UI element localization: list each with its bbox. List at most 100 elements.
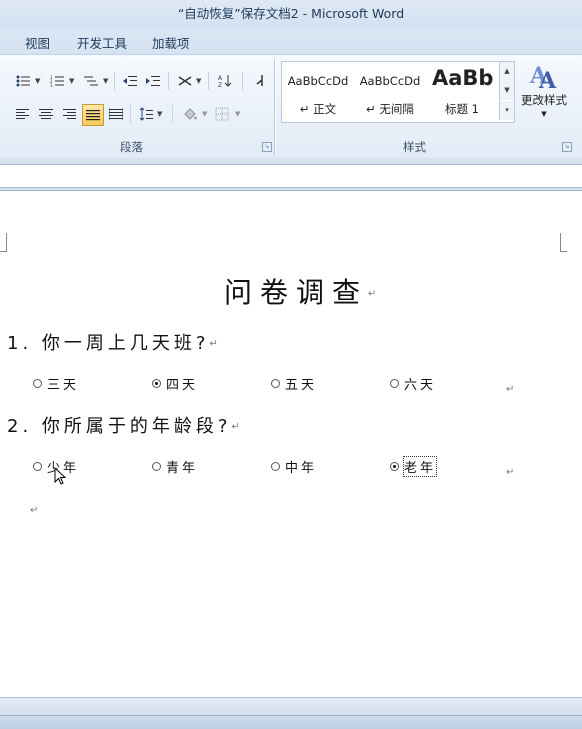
paragraph-mark-icon	[256, 75, 263, 86]
paragraph-dialog-launcher-icon[interactable]: ↘	[262, 142, 272, 152]
paragraph-mark: ↵	[209, 338, 218, 350]
tab-view[interactable]: 视图	[25, 33, 50, 52]
radio-button-icon[interactable]	[390, 379, 399, 388]
change-styles-dropdown-icon: ▼	[541, 110, 547, 118]
numbering-icon: 123	[50, 75, 64, 87]
align-center-icon	[39, 109, 53, 119]
question-text: 1. 你一周上几天班?	[7, 333, 210, 354]
chinese-layout-icon	[178, 76, 192, 86]
option-label: 老年	[402, 456, 438, 477]
radio-option[interactable]: 老年	[390, 456, 438, 477]
show-formatting-button[interactable]	[249, 71, 269, 91]
question-2: 2. 你所属于的年龄段?↵	[7, 412, 240, 438]
horizontal-ruler[interactable]	[0, 164, 582, 188]
tab-add-ins[interactable]: 加载项	[152, 33, 190, 52]
paragraph-mark: ↵	[231, 421, 240, 433]
chinese-layout-button[interactable]	[175, 71, 195, 91]
multilevel-dropdown-icon[interactable]: ▼	[103, 77, 108, 85]
radio-button-icon[interactable]	[152, 462, 161, 471]
radio-button-icon[interactable]	[33, 379, 42, 388]
ribbon: ▼ 123 ▼ ▼ ▼ AZ ▼ ▼ ▼ 段落 ↘ AaBbCcDd ↵ 正文 …	[0, 54, 582, 160]
svg-text:Z: Z	[218, 82, 222, 88]
shading-dropdown-icon[interactable]: ▼	[202, 110, 207, 118]
justify-button[interactable]	[82, 104, 104, 126]
svg-text:A: A	[218, 75, 223, 82]
styles-gallery: AaBbCcDd ↵ 正文 AaBbCcDd ↵ 无间隔 AaBb 标题 1 ▲…	[281, 61, 515, 123]
style-preview: AaBbCcDd	[359, 74, 421, 88]
increase-indent-button[interactable]	[143, 71, 163, 91]
change-styles-button[interactable]: A A 更改样式 ▼	[517, 59, 571, 131]
svg-text:A: A	[538, 68, 557, 91]
numbering-button[interactable]: 123	[47, 71, 67, 91]
option-label: 六天	[404, 378, 437, 393]
horizontal-scrollbar[interactable]	[0, 697, 582, 716]
bullets-button[interactable]	[13, 71, 33, 91]
paragraph-mark: ↵	[506, 384, 515, 395]
decrease-indent-button[interactable]	[120, 71, 140, 91]
change-styles-label: 更改样式	[521, 93, 567, 107]
margin-corner-left	[0, 233, 7, 252]
sort-icon: AZ	[218, 75, 232, 88]
style-preview: AaBbCcDd	[287, 74, 349, 88]
chinese-layout-dropdown-icon[interactable]: ▼	[196, 77, 201, 85]
document-title-text: 问卷调查	[224, 276, 369, 309]
distributed-button[interactable]	[106, 104, 126, 124]
tab-developer[interactable]: 开发工具	[77, 33, 127, 52]
option-label: 五天	[285, 378, 318, 393]
align-right-icon	[63, 109, 76, 119]
mouse-pointer-icon	[54, 467, 67, 485]
style-normal[interactable]: AaBbCcDd ↵ 正文	[282, 62, 354, 120]
style-name: ↵ 正文	[299, 102, 337, 116]
distributed-icon	[109, 108, 123, 120]
decrease-indent-icon	[123, 76, 137, 86]
line-spacing-button[interactable]	[136, 104, 156, 124]
option-label: 三天	[47, 378, 80, 393]
style-no-spacing[interactable]: AaBbCcDd ↵ 无间隔	[354, 62, 426, 120]
radio-option[interactable]: 六天	[390, 374, 436, 393]
paint-bucket-icon	[184, 108, 197, 120]
paragraph-mark: ↵	[368, 288, 377, 300]
svg-text:3: 3	[50, 83, 53, 87]
document-page[interactable]: 问卷调查↵ 1. 你一周上几天班?↵ 三天 四天 五天 六天 ↵ 2. 你所属于…	[0, 191, 582, 697]
question-1: 1. 你一周上几天班?↵	[7, 329, 218, 355]
bullets-dropdown-icon[interactable]: ▼	[35, 77, 40, 85]
paragraph-mark: ↵	[506, 467, 515, 478]
paragraph-mark: ↵	[30, 505, 39, 516]
line-spacing-icon	[139, 107, 153, 121]
radio-button-icon[interactable]	[33, 462, 42, 471]
radio-option[interactable]: 四天	[152, 374, 198, 393]
align-left-icon	[16, 109, 29, 119]
radio-button-icon[interactable]	[271, 462, 280, 471]
align-left-button[interactable]	[13, 104, 33, 124]
styles-dialog-launcher-icon[interactable]: ↘	[562, 142, 572, 152]
radio-button-checked-icon[interactable]	[152, 379, 161, 388]
radio-button-checked-icon[interactable]	[390, 462, 399, 471]
borders-dropdown-icon[interactable]: ▼	[235, 110, 240, 118]
radio-option[interactable]: 青年	[152, 457, 198, 476]
align-center-button[interactable]	[36, 104, 56, 124]
question-text: 2. 你所属于的年龄段?	[7, 416, 232, 437]
radio-option[interactable]: 三天	[33, 374, 79, 393]
radio-option[interactable]: 五天	[271, 374, 317, 393]
styles-group-label: 样式	[403, 140, 426, 154]
option-label: 青年	[166, 461, 199, 476]
style-name: ↵ 无间隔	[366, 102, 414, 116]
justify-icon	[86, 110, 100, 121]
ribbon-tabs: 视图 开发工具 加载项	[0, 28, 582, 54]
gallery-scroll-up-icon[interactable]: ▲	[499, 62, 514, 81]
line-spacing-dropdown-icon[interactable]: ▼	[157, 110, 162, 118]
shading-button[interactable]	[180, 104, 200, 124]
style-name: 标题 1	[445, 102, 479, 116]
style-heading-1[interactable]: AaBb 标题 1	[426, 62, 498, 120]
borders-button[interactable]	[212, 104, 232, 124]
sort-button[interactable]: AZ	[215, 71, 235, 91]
gallery-more-icon[interactable]: ▾	[499, 101, 514, 120]
multilevel-list-button[interactable]	[81, 71, 101, 91]
radio-option[interactable]: 中年	[271, 457, 317, 476]
ruler-area	[0, 158, 582, 191]
numbering-dropdown-icon[interactable]: ▼	[69, 77, 74, 85]
align-right-button[interactable]	[59, 104, 79, 124]
margin-corner-right	[560, 233, 567, 252]
radio-button-icon[interactable]	[271, 379, 280, 388]
gallery-scroll-down-icon[interactable]: ▼	[499, 81, 514, 100]
